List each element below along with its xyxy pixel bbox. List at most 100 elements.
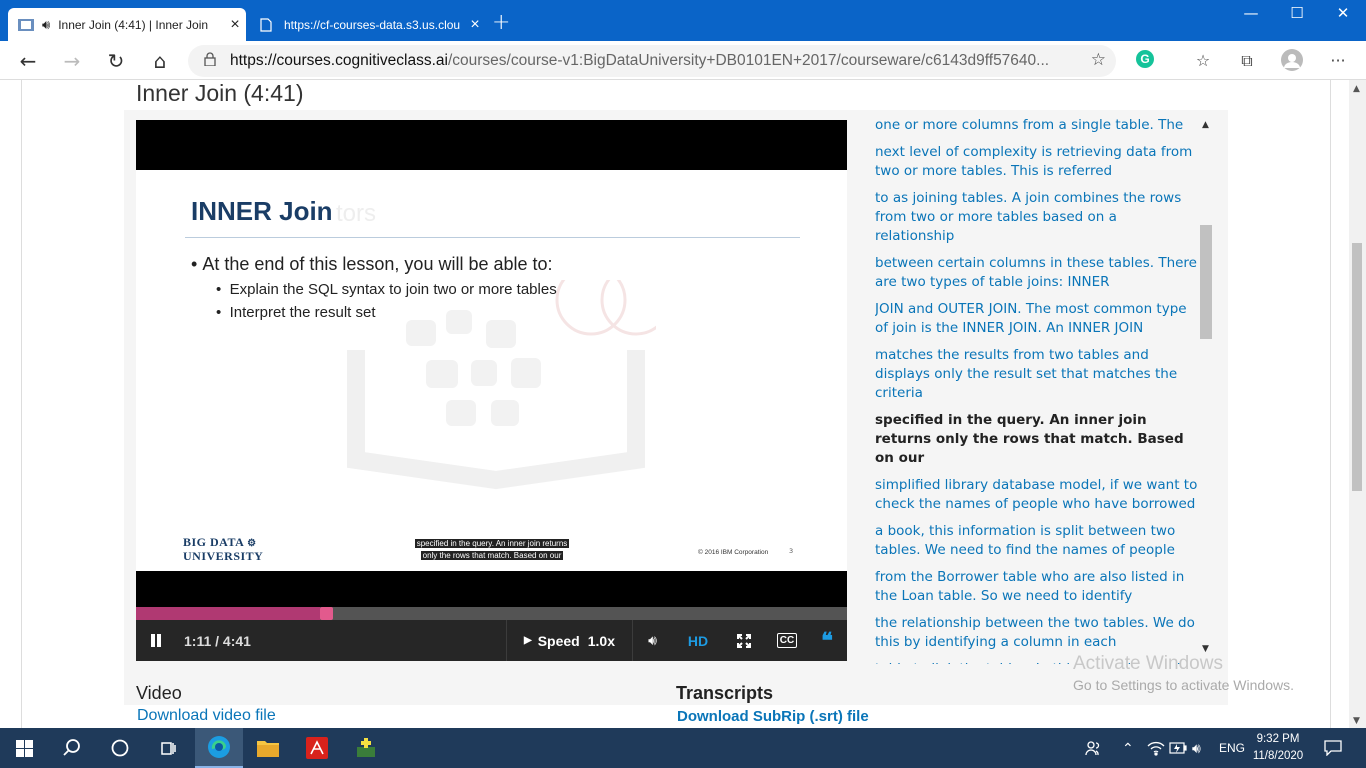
transcript-line-active[interactable]: specified in the query. An inner join re… xyxy=(875,411,1200,468)
transcript-scroll-thumb[interactable] xyxy=(1200,225,1212,339)
search-icon[interactable] xyxy=(48,728,96,768)
people-icon[interactable] xyxy=(1084,728,1102,768)
content-left-border xyxy=(21,80,22,728)
transcript-line[interactable]: JOIN and OUTER JOIN. The most common typ… xyxy=(875,300,1200,338)
video-controls: 1:11 / 4:41 ▶ Speed 1.0x 🔊︎ HD CC ❝ xyxy=(136,620,847,661)
slide-sub-bullet: • Interpret the result set xyxy=(216,304,376,321)
download-srt-link[interactable]: Download SubRip (.srt) file xyxy=(677,708,869,725)
slide-ghost-text: tors xyxy=(336,200,377,227)
cortana-icon[interactable] xyxy=(96,728,144,768)
scroll-up-icon[interactable]: ▲ xyxy=(1353,84,1360,94)
favorites-list-icon[interactable]: ☆ xyxy=(1191,49,1215,73)
close-tab-icon[interactable]: × xyxy=(464,16,486,34)
scroll-up-icon[interactable]: ▲ xyxy=(1202,120,1209,130)
start-windows-icon[interactable] xyxy=(0,728,48,768)
notifications-icon[interactable] xyxy=(1324,728,1342,768)
url-field[interactable]: https://courses.cognitiveclass.ai/course… xyxy=(188,45,1116,77)
collections-icon[interactable]: ⧉ xyxy=(1235,49,1259,73)
back-icon[interactable]: ← xyxy=(14,48,42,74)
windows-taskbar: ⌃ 🔊︎ ENG 9:32 PM 11/8/2020 xyxy=(0,728,1366,768)
speed-value: 1.0x xyxy=(587,632,615,649)
grammarly-extension-icon[interactable]: G xyxy=(1133,49,1157,73)
fullscreen-icon[interactable] xyxy=(724,620,764,661)
caret-right-icon: ▶ xyxy=(524,635,532,646)
video-time: 1:11 / 4:41 xyxy=(184,632,251,649)
tab-title: https://cf-courses-data.s3.us.clou xyxy=(284,17,461,32)
edge-browser-icon[interactable] xyxy=(195,728,243,768)
page-scroll-thumb[interactable] xyxy=(1352,243,1362,491)
speed-button[interactable]: ▶ Speed 1.0x xyxy=(506,620,632,661)
transcript-line[interactable]: to as joining tables. A join combines th… xyxy=(875,189,1200,246)
task-view-icon[interactable] xyxy=(144,728,192,768)
address-bar-row: ← → ↻ ⌂ https://courses.cognitiveclass.a… xyxy=(0,41,1366,80)
pause-icon[interactable] xyxy=(142,620,170,661)
close-window-icon[interactable]: ✕ xyxy=(1320,4,1366,22)
file-explorer-icon[interactable] xyxy=(244,728,292,768)
chevron-up-icon[interactable]: ⌃ xyxy=(1122,728,1134,768)
transcript-line[interactable]: simplified library database model, if we… xyxy=(875,476,1200,514)
activate-windows-subtitle: Go to Settings to activate Windows. xyxy=(1073,677,1294,693)
browser-tab-inactive[interactable]: https://cf-courses-data.s3.us.clou × xyxy=(250,8,486,41)
slide-sub-bullet: • Explain the SQL syntax to join two or … xyxy=(216,281,557,298)
closed-caption-overlay: specified in the query. An inner join re… xyxy=(414,539,570,560)
slide-page-number: 3 xyxy=(789,547,794,555)
more-menu-icon[interactable]: ··· xyxy=(1326,49,1350,73)
url-host: https://courses.cognitiveclass.ai xyxy=(230,52,448,69)
video-progress-bar[interactable] xyxy=(136,607,847,620)
transcript-toggle-icon[interactable]: ❝ xyxy=(808,620,846,661)
app-installer-icon[interactable] xyxy=(342,728,390,768)
refresh-icon[interactable]: ↻ xyxy=(102,48,130,74)
browser-tab-active[interactable]: 🔊︎ Inner Join (4:41) | Inner Join × xyxy=(8,8,246,41)
battery-icon[interactable] xyxy=(1169,728,1187,768)
profile-avatar-icon[interactable] xyxy=(1280,49,1304,73)
minimize-icon[interactable]: — xyxy=(1228,4,1274,22)
unit-title: Inner Join (4:41) xyxy=(136,80,304,106)
transcript-line[interactable]: a book, this information is split betwee… xyxy=(875,522,1200,560)
wifi-icon[interactable] xyxy=(1147,728,1165,768)
video-frame-slide[interactable]: tors INNER Join • At the end of this les… xyxy=(136,170,847,571)
video-heading: Video xyxy=(136,683,182,703)
tab-title: Inner Join (4:41) | Inner Join xyxy=(58,17,209,32)
big-data-university-logo: BIG DATA ⚙ UNIVERSITY xyxy=(183,535,264,563)
video-progress-handle[interactable] xyxy=(320,607,334,620)
download-video-link[interactable]: Download video file xyxy=(137,707,276,725)
home-icon[interactable]: ⌂ xyxy=(146,48,174,74)
lock-icon xyxy=(204,51,218,71)
maximize-icon[interactable]: ☐ xyxy=(1274,4,1320,22)
favorite-star-icon[interactable]: ☆ xyxy=(1091,50,1106,70)
course-page: Inner Join (4:41) tors INNER Join • At t… xyxy=(0,80,1366,728)
transcript-line[interactable]: from the Borrower table who are also lis… xyxy=(875,568,1200,606)
transcript-line[interactable]: one or more columns from a single table.… xyxy=(875,116,1200,135)
transcript-line[interactable]: between certain columns in these tables.… xyxy=(875,254,1200,292)
video-player[interactable]: tors INNER Join • At the end of this les… xyxy=(136,120,847,661)
volume-icon[interactable]: 🔊︎ xyxy=(632,620,672,661)
transcript-line[interactable]: matches the results from two tables and … xyxy=(875,346,1200,403)
site-favicon-icon xyxy=(18,18,34,32)
page-scrollbar[interactable]: ▲ ▼ xyxy=(1349,80,1366,728)
slide-watermark-logo xyxy=(347,280,656,490)
forward-icon[interactable]: → xyxy=(58,48,86,74)
slide-title: INNER Join xyxy=(191,196,333,226)
acrobat-reader-icon[interactable] xyxy=(293,728,341,768)
speed-label: Speed xyxy=(537,632,580,649)
transcript-line[interactable]: the relationship between the two tables.… xyxy=(875,614,1200,652)
browser-tab-strip: 🔊︎ Inner Join (4:41) | Inner Join × http… xyxy=(0,0,1366,41)
input-language[interactable]: ENG xyxy=(1219,728,1245,768)
svg-text:G: G xyxy=(1140,52,1149,66)
close-tab-icon[interactable]: × xyxy=(224,16,246,34)
hd-button[interactable]: HD xyxy=(678,620,718,661)
new-tab-icon[interactable]: + xyxy=(492,10,510,35)
transcript-panel[interactable]: one or more columns from a single table.… xyxy=(875,116,1200,664)
transcript-line[interactable]: next level of complexity is retrieving d… xyxy=(875,143,1200,181)
slide-title-rule xyxy=(185,237,800,238)
closed-captions-button[interactable]: CC xyxy=(766,620,808,661)
scroll-down-icon[interactable]: ▼ xyxy=(1353,716,1360,726)
content-right-border xyxy=(1330,80,1331,728)
audio-playing-icon[interactable]: 🔊︎ xyxy=(42,17,50,33)
transcript-scrollbar[interactable]: ▲ ▼ xyxy=(1200,120,1214,657)
taskbar-clock[interactable]: 9:32 PM 11/8/2020 xyxy=(1248,731,1308,765)
transcripts-heading: Transcripts xyxy=(676,683,774,703)
slide-copyright: © 2016 IBM Corporation xyxy=(698,549,769,556)
volume-tray-icon[interactable]: 🔊︎ xyxy=(1192,728,1201,768)
slide-bullet: • At the end of this lesson, you will be… xyxy=(191,254,553,274)
